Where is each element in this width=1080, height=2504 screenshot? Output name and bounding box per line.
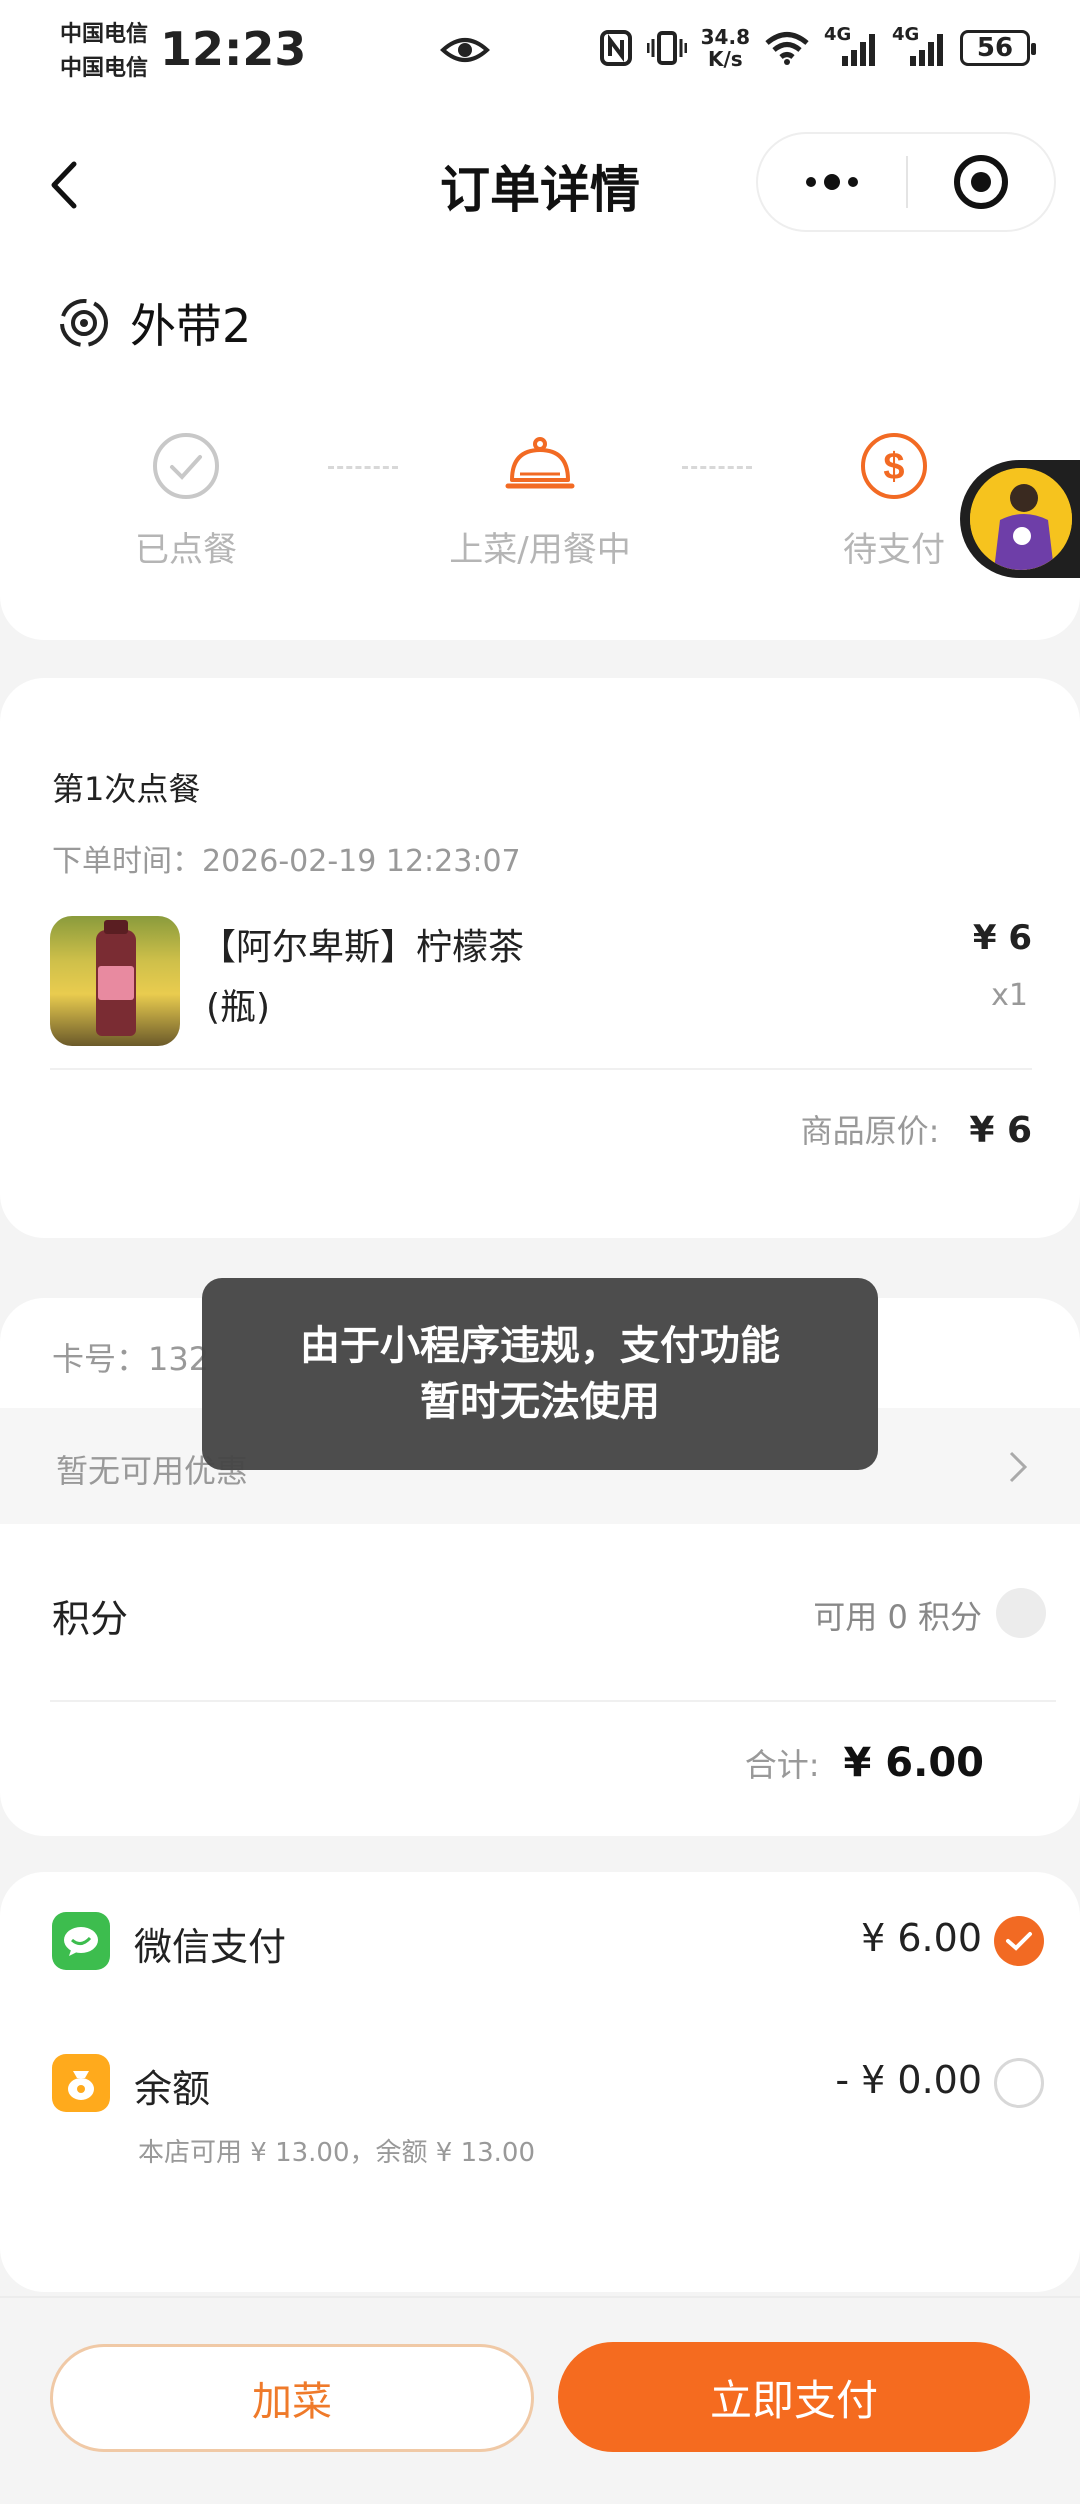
total-label: 合计: <box>744 1746 820 1784</box>
balance-pouch-icon <box>52 2054 110 2112</box>
divider <box>50 1700 1056 1702</box>
toast-line: 暂时无法使用 <box>420 1379 660 1425</box>
status-icons: 34.8 K/s 4G 4G 56 <box>599 24 1036 71</box>
target-circle-icon[interactable] <box>908 134 1054 230</box>
check-icon <box>1006 1932 1032 1951</box>
dollar-circle-icon: $ <box>861 433 927 499</box>
step-label: 已点餐 <box>135 530 237 570</box>
original-price-value: ¥ 6 <box>969 1110 1032 1151</box>
balance-label: 余额 <box>134 2067 211 2111</box>
carrier-names: 中国电信 中国电信 <box>60 18 148 86</box>
step-connector <box>682 466 752 469</box>
floating-avatar[interactable] <box>960 460 1080 578</box>
step-label: 上菜/用餐中 <box>449 530 631 570</box>
order-status-card: 外带2 已点餐 上菜/用餐中 $ 待支付 <box>0 260 1080 640</box>
step-connector <box>328 466 398 469</box>
points-checkbox[interactable] <box>996 1588 1046 1638</box>
svg-text:$: $ <box>883 446 904 488</box>
toast-message: 由于小程序违规，支付功能 暂时无法使用 <box>202 1278 878 1470</box>
total-value: ¥ 6.00 <box>843 1740 984 1786</box>
product-thumbnail <box>50 916 180 1046</box>
order-progress: 已点餐 上菜/用餐中 $ 待支付 <box>0 430 1080 590</box>
avatar-image <box>970 468 1072 570</box>
order-time: 下单时间：2026-02-19 12:23:07 <box>52 844 521 879</box>
toast-line: 由于小程序违规，支付功能 <box>300 1323 780 1369</box>
card-number: 卡号：132 <box>52 1340 210 1378</box>
signal-1-icon: 4G <box>824 24 878 68</box>
wifi-icon <box>765 32 809 65</box>
vibrate-icon <box>646 31 687 65</box>
step-ordered: 已点餐 <box>66 430 306 571</box>
divider <box>50 1068 1032 1070</box>
clock: 12:23 <box>160 22 307 76</box>
mini-program-capsule <box>756 132 1056 232</box>
wechat-pay-icon <box>52 1912 110 1970</box>
table-target-icon <box>60 299 108 347</box>
status-bar: 中国电信 中国电信 12:23 34.8 K/s 4G 4G 56 <box>0 0 1080 110</box>
eye-icon <box>440 38 490 62</box>
wechat-pay-radio[interactable] <box>994 1916 1044 1966</box>
balance-description: 本店可用 ¥ 13.00，余额 ¥ 13.00 <box>138 2138 536 2168</box>
points-available: 可用 0 积分 <box>813 1598 982 1636</box>
item-name: 【阿尔卑斯】柠檬茶 <box>200 927 525 968</box>
total-row: 合计: ¥ 6.00 <box>745 1740 984 1786</box>
order-round-title: 第1次点餐 <box>52 770 201 808</box>
more-dots-icon[interactable] <box>758 134 906 230</box>
table-info: 外带2 <box>56 290 251 356</box>
table-name: 外带2 <box>130 299 252 353</box>
payment-method-card: 微信支付 ¥ 6.00 余额 - ¥ 0.00 本店可用 ¥ 13.00，余额 … <box>0 1872 1080 2292</box>
chevron-right-icon <box>1009 1451 1028 1483</box>
balance-amount: - ¥ 0.00 <box>835 2058 982 2102</box>
add-dish-button[interactable]: 加菜 <box>50 2344 534 2452</box>
item-quantity: x1 <box>991 978 1028 1013</box>
pay-now-button[interactable]: 立即支付 <box>558 2342 1030 2452</box>
original-price-row: 商品原价: ¥ 6 <box>801 1106 1032 1152</box>
carrier-1: 中国电信 <box>60 22 149 47</box>
order-detail-card: 第1次点餐 下单时间：2026-02-19 12:23:07 【阿尔卑斯】柠檬茶… <box>0 678 1080 1238</box>
step-serving: 上菜/用餐中 <box>420 430 660 571</box>
signal-2-icon: 4G <box>892 24 946 68</box>
nfc-icon <box>599 30 632 66</box>
carrier-2: 中国电信 <box>60 56 149 81</box>
wechat-pay-amount: ¥ 6.00 <box>861 1916 982 1960</box>
original-price-label: 商品原价: <box>800 1112 940 1150</box>
item-price: ¥ 6 <box>972 918 1032 958</box>
bottom-action-bar: 加菜 立即支付 <box>0 2296 1080 2504</box>
nav-bar: 订单详情 <box>0 110 1080 260</box>
net-speed: 34.8 K/s <box>700 25 750 71</box>
cloche-icon <box>505 437 575 489</box>
battery-indicator: 56 <box>960 30 1036 66</box>
points-label: 积分 <box>52 1597 129 1641</box>
check-circle-icon <box>153 433 219 499</box>
wechat-pay-label: 微信支付 <box>134 1925 287 1969</box>
balance-radio[interactable] <box>994 2058 1044 2108</box>
item-spec: (瓶) <box>206 987 271 1028</box>
